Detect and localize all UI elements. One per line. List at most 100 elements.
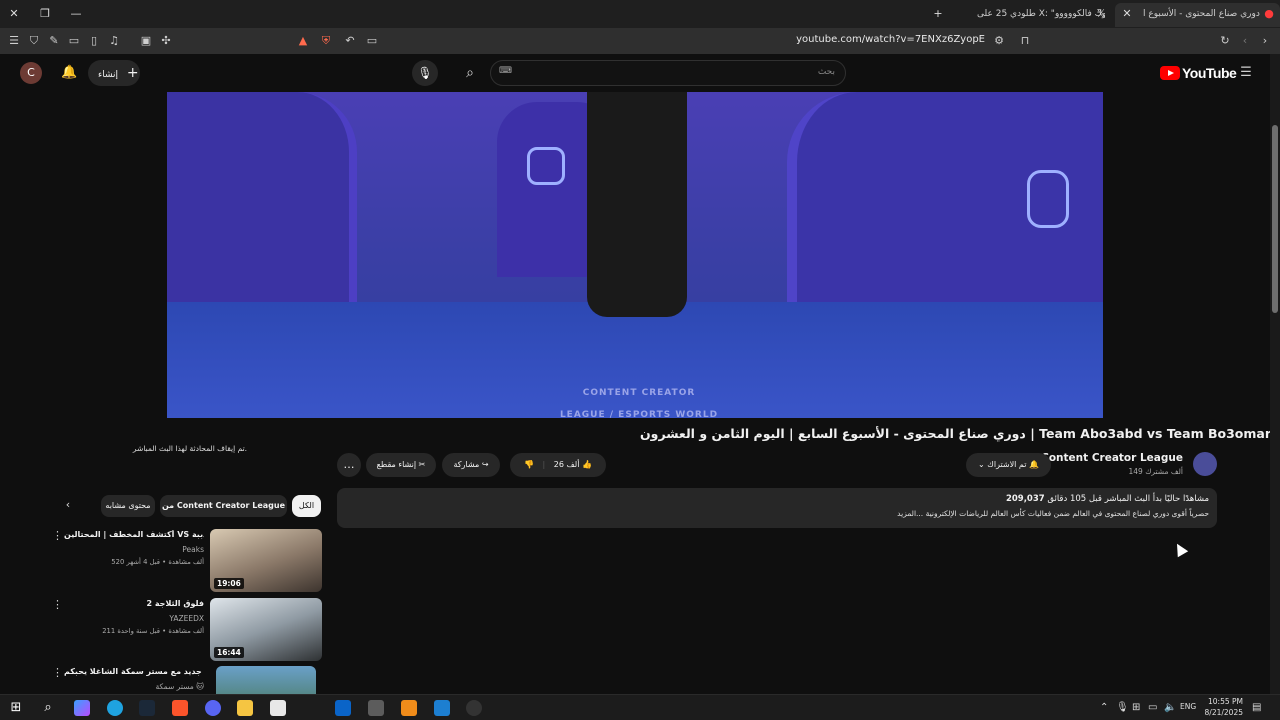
windows-icon[interactable]: ⊞ (1132, 700, 1148, 716)
back-icon[interactable]: ‹ (1237, 33, 1253, 49)
copilot-icon[interactable] (74, 700, 90, 716)
close-window-icon[interactable]: ✕ (6, 6, 22, 22)
like-icon[interactable]: 👍 (582, 460, 592, 469)
windows-start-icon[interactable]: ⊞ (8, 700, 24, 716)
rec-thumbnail[interactable] (216, 666, 316, 694)
clock-date: 8/21/2025 (1204, 708, 1243, 717)
windows-taskbar: ⊞ ⌕ ⌃ 🎙 ⊞ ▭ 🔈 ENG 10:55 PM 8/21/2025 ▤ (0, 694, 1280, 720)
subscribed-button[interactable]: ⌄ تم الاشتراك 🔔 (966, 453, 1051, 477)
rec-thumbnail[interactable]: 19:06 (210, 529, 322, 592)
description-box[interactable]: 209,037 مشاهدًا حاليًا بدأ البث المباشر … (337, 488, 1217, 528)
chip-related[interactable]: محتوى مشابه (101, 495, 155, 517)
mic-icon[interactable]: 🎙 (1116, 700, 1132, 716)
music-icon[interactable]: ♫ (106, 33, 122, 49)
x-logo-icon: 𝕏 (1096, 7, 1106, 20)
share-button[interactable]: مشاركة ↪ (442, 453, 500, 477)
video-player[interactable]: CONTENT CREATOR LEAGUE / ESPORTS WORLD C… (167, 92, 1103, 418)
app-icon[interactable] (368, 700, 384, 716)
more-options-icon[interactable]: ⋮ (52, 666, 63, 679)
youtube-logo[interactable]: YouTube (1160, 64, 1237, 82)
reload-icon[interactable]: ↻ (1217, 33, 1233, 49)
more-options-icon[interactable]: ⋮ (52, 529, 63, 542)
app-icon[interactable] (466, 700, 482, 716)
brave-icon[interactable] (172, 700, 188, 716)
create-button[interactable]: إنشاء + (88, 60, 140, 86)
chip-from-channel[interactable]: من Content Creator League (160, 495, 287, 517)
bookmark-icon[interactable]: ⊓ (1017, 33, 1033, 49)
outlook-icon[interactable] (335, 700, 351, 716)
close-tab-icon[interactable]: ✕ (1119, 6, 1135, 22)
channel-subscriber-count: 149 ألف مشترك (1128, 467, 1183, 476)
dislike-icon[interactable]: 👎 (524, 460, 534, 469)
clip-button[interactable]: إنشاء مقطع ✂ (366, 453, 436, 477)
address-bar[interactable]: youtube.com/watch?v=7ENXz6ZyopE (780, 34, 985, 45)
language-indicator[interactable]: ENG (1180, 702, 1196, 711)
discord-icon[interactable] (205, 700, 221, 716)
search-icon[interactable]: ⌕ (452, 60, 488, 86)
volume-icon[interactable]: 🔈 (1164, 700, 1180, 716)
chat-disabled-notice: تم إيقاف المحادثة لهذا البث المباشر. (132, 444, 248, 453)
new-tab-icon[interactable]: + (930, 6, 946, 22)
rec-thumbnail[interactable]: 16:44 (210, 598, 322, 661)
tab-title: طلودي 25 على X: "مرووووك فالكووووو (977, 9, 1105, 19)
browser-tab[interactable]: طلودي 25 على X: "مرووووك فالكووووو (955, 3, 1105, 27)
forward-icon[interactable]: › (1257, 33, 1273, 49)
pen-icon[interactable]: ✎ (46, 33, 62, 49)
recommendation-item[interactable]: ⋮ قيم جديد مع مستر سمكة الشاغلا يحبكم 🐱 … (48, 666, 322, 694)
menu-icon[interactable]: ☰ (6, 33, 22, 49)
site-settings-icon[interactable]: ⚙ (991, 33, 1007, 49)
more-actions-button[interactable]: … (337, 453, 361, 477)
rec-meta: 211 ألف مشاهدة • قبل سنة واحدة (102, 627, 204, 635)
rec-channel: Peaks (182, 545, 204, 554)
create-label: إنشاء (98, 70, 119, 80)
description-stats: 209,037 مشاهدًا حاليًا بدأ البث المباشر … (1006, 494, 1209, 504)
clock-time: 10:55 PM (1208, 697, 1243, 706)
scrollbar-thumb[interactable] (1272, 125, 1278, 313)
undo-icon[interactable]: ↶ (342, 33, 358, 49)
account-avatar[interactable]: C (20, 62, 42, 84)
edge-icon[interactable] (107, 700, 123, 716)
notifications-bell-icon[interactable]: 🔔 (61, 65, 77, 81)
keyboard-icon[interactable]: ⌨ (499, 66, 512, 76)
steam-icon[interactable] (139, 700, 155, 716)
brave-shield-icon[interactable]: ⛨ (318, 33, 334, 49)
app-icon[interactable] (401, 700, 417, 716)
network-icon[interactable]: ▭ (1148, 700, 1164, 716)
search-icon[interactable]: ⌕ (40, 700, 56, 716)
brave-rewards-icon[interactable]: ▲ (295, 33, 311, 49)
channel-avatar[interactable] (1193, 452, 1217, 476)
chevron-left-icon[interactable]: ‹ (60, 498, 76, 514)
cast-icon[interactable]: ▭ (364, 33, 380, 49)
youtube-favicon-icon: ● (1264, 7, 1274, 20)
recommendation-item[interactable]: ⋮ أكتشف المخطف | المحتالين VS الدببة 🫶 P… (48, 529, 322, 593)
minimize-window-icon[interactable]: — (68, 6, 84, 22)
scissors-icon: ✂ (418, 460, 426, 469)
app-icon[interactable] (434, 700, 450, 716)
chevron-up-icon[interactable]: ⌃ (1100, 700, 1116, 716)
notification-center-icon[interactable]: ▤ (1252, 700, 1268, 716)
plus-icon: + (126, 65, 139, 81)
file-explorer-icon[interactable] (237, 700, 253, 716)
store-icon[interactable] (270, 700, 286, 716)
like-count[interactable]: 26 ألف (554, 460, 580, 469)
chevron-down-icon: ⌄ (978, 460, 985, 469)
voice-search-mic-icon[interactable]: 🎙 (412, 60, 438, 86)
restore-window-icon[interactable]: ❐ (37, 6, 53, 22)
tabs-icon[interactable]: ▭ (66, 33, 82, 49)
search-input[interactable]: ⌨ بحث (490, 60, 846, 86)
shield-icon[interactable]: ⛉ (26, 33, 42, 49)
league-logo-icon (527, 147, 565, 185)
bell-icon: 🔔 (1029, 460, 1039, 469)
system-clock[interactable]: 10:55 PM 8/21/2025 (1195, 696, 1243, 718)
screenshot-icon[interactable]: ▣ (138, 33, 154, 49)
channel-name[interactable]: Content Creator League (1040, 452, 1183, 464)
extensions-icon[interactable]: ✣ (158, 33, 174, 49)
guide-menu-icon[interactable]: ☰ (1238, 65, 1254, 81)
recommendation-item[interactable]: ⋮ فلوق الثلاجة 2 YAZEEDX 211 ألف مشاهدة … (48, 598, 322, 662)
share-label: مشاركة (453, 460, 480, 469)
sidebar-icon[interactable]: ▯ (86, 33, 102, 49)
browser-tab-active[interactable]: دوري صناع المحتوى - الأسبوع ا (1115, 3, 1280, 27)
chip-all[interactable]: الكل (292, 495, 321, 517)
more-options-icon[interactable]: ⋮ (52, 598, 63, 611)
search-placeholder: بحث (817, 67, 835, 77)
